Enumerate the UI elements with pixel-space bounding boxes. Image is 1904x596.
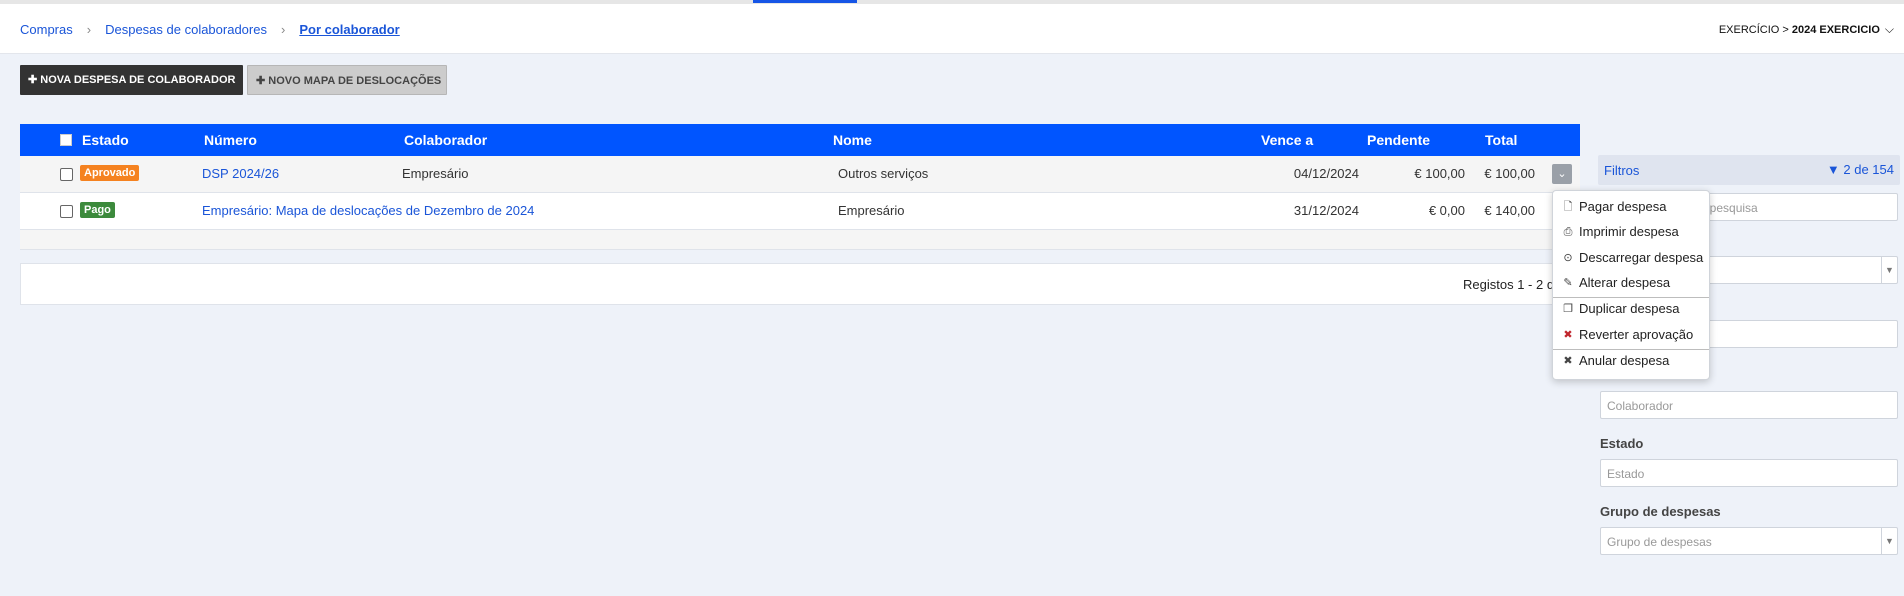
menu-item-print[interactable]: ⎙ Imprimir despesa bbox=[1553, 220, 1709, 244]
row-actions-toggle[interactable]: ⌄ bbox=[1552, 164, 1572, 184]
row-checkbox[interactable] bbox=[60, 205, 73, 218]
pending-cell: € 100,00 bbox=[1414, 166, 1465, 181]
x-icon: ✖ bbox=[1563, 355, 1573, 367]
pending-cell: € 0,00 bbox=[1428, 203, 1465, 218]
menu-item-download[interactable]: ⊙ Descarregar despesa bbox=[1553, 246, 1709, 270]
plus-icon: ✚ bbox=[256, 75, 266, 87]
menu-item-label: Pagar despesa bbox=[1579, 199, 1667, 214]
records-count: Registos 1 - 2 d bbox=[1463, 277, 1555, 292]
active-tab-indicator bbox=[753, 0, 857, 3]
filters-title: Filtros bbox=[1604, 163, 1640, 178]
state-field[interactable]: Estado bbox=[1600, 459, 1898, 487]
new-travel-map-button[interactable]: ✚ NOVO MAPA DE DESLOCAÇÕES bbox=[247, 65, 447, 95]
exercise-value: 2024 EXERCICIO bbox=[1791, 23, 1880, 36]
exercise-selector[interactable]: EXERCÍCIO > 2024 EXERCICIO ⌵ bbox=[1719, 22, 1894, 37]
due-cell: 31/12/2024 bbox=[1293, 203, 1359, 218]
new-expense-button[interactable]: ✚ NOVA DESPESA DE COLABORADOR bbox=[20, 65, 243, 95]
state-label: Estado bbox=[1600, 436, 1644, 451]
exercise-prefix: EXERCÍCIO > bbox=[1718, 23, 1789, 36]
row-actions-menu: 🗋 Pagar despesa ⎙ Imprimir despesa ⊙ Des… bbox=[1552, 190, 1710, 380]
document-icon: 🗋 bbox=[1563, 201, 1573, 213]
new-expense-label: NOVA DESPESA DE COLABORADOR bbox=[40, 74, 236, 86]
filter-icon: ▼ bbox=[1826, 162, 1840, 177]
collaborator-placeholder: Colaborador bbox=[1607, 399, 1674, 413]
chevron-down-icon: ⌵ bbox=[1884, 22, 1894, 36]
col-vence[interactable]: Vence a bbox=[1261, 132, 1313, 148]
due-cell: 04/12/2024 bbox=[1293, 166, 1359, 181]
pencil-icon: ✎ bbox=[1563, 277, 1573, 289]
menu-item-pay[interactable]: 🗋 Pagar despesa bbox=[1553, 195, 1709, 219]
group-field[interactable]: Grupo de despesas ▼ bbox=[1600, 527, 1898, 555]
menu-item-label: Reverter aprovação bbox=[1579, 327, 1694, 342]
breadcrumb: Compras › Despesas de colaboradores › Po… bbox=[20, 22, 400, 37]
printer-icon: ⎙ bbox=[1563, 226, 1573, 238]
state-placeholder: Estado bbox=[1607, 467, 1645, 481]
group-placeholder: Grupo de despesas bbox=[1607, 535, 1712, 549]
collaborator-field[interactable]: Colaborador bbox=[1600, 391, 1898, 419]
header: Compras › Despesas de colaboradores › Po… bbox=[0, 4, 1904, 54]
filters-count-text: 2 de 154 bbox=[1843, 162, 1894, 177]
row-checkbox[interactable] bbox=[60, 168, 73, 181]
red-x-icon: ✖ bbox=[1563, 329, 1573, 341]
col-numero[interactable]: Número bbox=[204, 132, 257, 148]
new-map-label: NOVO MAPA DE DESLOCAÇÕES bbox=[268, 75, 442, 87]
download-icon: ⊙ bbox=[1563, 252, 1573, 264]
dropdown-arrow-icon: ▼ bbox=[1881, 257, 1897, 283]
table-row[interactable]: Pago Empresário: Mapa de deslocações de … bbox=[20, 193, 1580, 230]
expenses-table: Estado Número Colaborador Nome Vence a P… bbox=[20, 124, 1580, 250]
chevron-right-icon: › bbox=[280, 22, 286, 37]
menu-item-cancel[interactable]: ✖ Anular despesa bbox=[1553, 349, 1709, 373]
status-badge: Pago bbox=[80, 202, 115, 218]
name-cell: Outros serviços bbox=[838, 166, 929, 181]
menu-item-label: Duplicar despesa bbox=[1579, 301, 1680, 316]
copy-icon: ❐ bbox=[1563, 303, 1573, 315]
total-cell: € 140,00 bbox=[1484, 203, 1535, 218]
expense-number-link[interactable]: Empresário: Mapa de deslocações de Dezem… bbox=[202, 203, 534, 218]
plus-icon: ✚ bbox=[28, 74, 38, 86]
name-cell: Empresário bbox=[838, 203, 905, 218]
menu-item-edit[interactable]: ✎ Alterar despesa bbox=[1553, 271, 1709, 295]
filters-count: ▼ 2 de 154 bbox=[1827, 162, 1894, 177]
menu-item-label: Descarregar despesa bbox=[1579, 250, 1704, 265]
table-footer-spacer bbox=[20, 230, 1580, 250]
collaborator-cell: Empresário bbox=[402, 166, 469, 181]
menu-item-label: Alterar despesa bbox=[1579, 275, 1671, 290]
expense-number-link[interactable]: DSP 2024/26 bbox=[202, 166, 279, 181]
col-total[interactable]: Total bbox=[1485, 132, 1517, 148]
filters-panel: Filtros ▼ 2 de 154 de pesquisa ▼ Colabor… bbox=[1598, 155, 1900, 555]
col-pendente[interactable]: Pendente bbox=[1367, 132, 1430, 148]
chevron-right-icon: › bbox=[86, 22, 92, 37]
breadcrumb-despesas-colaboradores[interactable]: Despesas de colaboradores bbox=[105, 22, 267, 37]
breadcrumb-compras[interactable]: Compras bbox=[20, 22, 73, 37]
col-nome[interactable]: Nome bbox=[833, 132, 872, 148]
col-colaborador[interactable]: Colaborador bbox=[404, 132, 487, 148]
dropdown-arrow-icon: ▼ bbox=[1881, 528, 1897, 554]
pager: Registos 1 - 2 d bbox=[20, 263, 1580, 305]
status-badge: Aprovado bbox=[80, 165, 140, 181]
total-cell: € 100,00 bbox=[1484, 166, 1535, 181]
table-row[interactable]: Aprovado DSP 2024/26 Empresário Outros s… bbox=[20, 156, 1580, 193]
menu-item-duplicate[interactable]: ❐ Duplicar despesa bbox=[1553, 297, 1709, 321]
group-label: Grupo de despesas bbox=[1600, 504, 1721, 519]
breadcrumb-por-colaborador[interactable]: Por colaborador bbox=[299, 22, 399, 37]
menu-item-label: Anular despesa bbox=[1579, 353, 1670, 368]
table-header: Estado Número Colaborador Nome Vence a P… bbox=[20, 124, 1580, 156]
filters-header[interactable]: Filtros ▼ 2 de 154 bbox=[1598, 155, 1900, 185]
menu-item-revert[interactable]: ✖ Reverter aprovação bbox=[1553, 323, 1709, 347]
select-all-checkbox[interactable] bbox=[60, 134, 72, 146]
menu-item-label: Imprimir despesa bbox=[1579, 224, 1679, 239]
col-estado[interactable]: Estado bbox=[82, 132, 129, 148]
